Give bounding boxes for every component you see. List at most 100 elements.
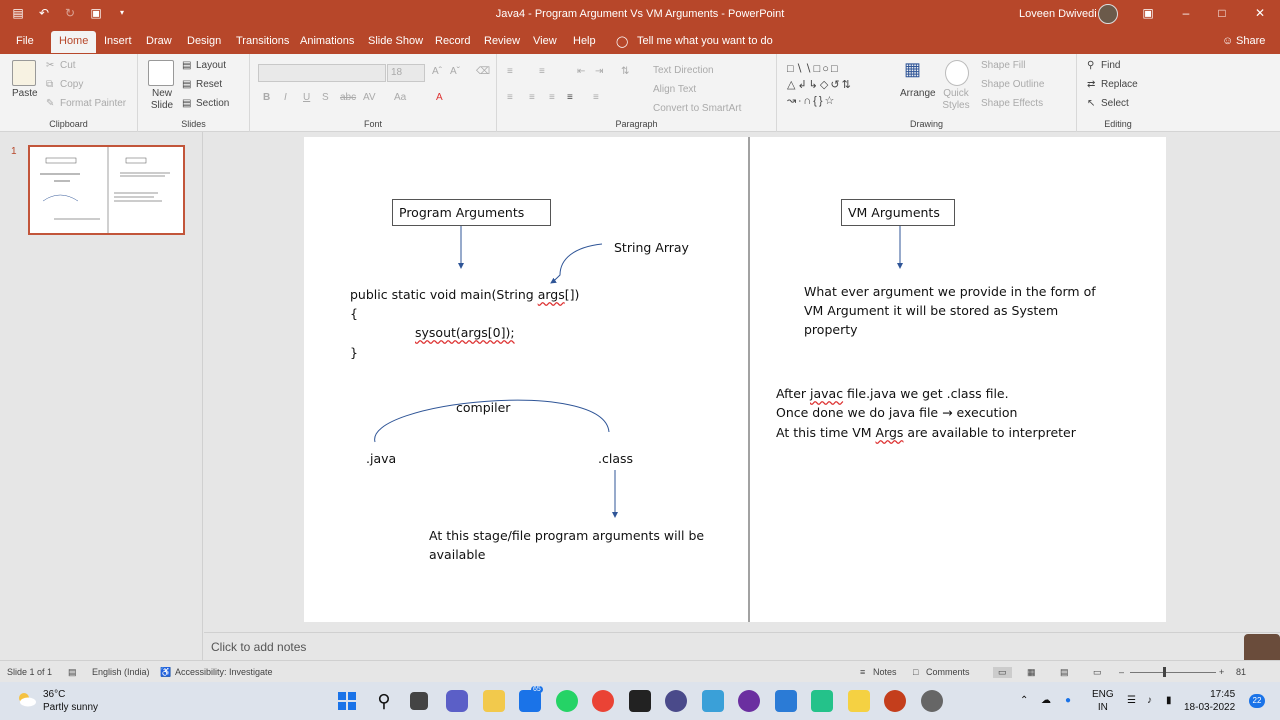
close-brace[interactable]: } [350,343,358,362]
tab-slide-show[interactable]: Slide Show [368,35,423,47]
format-painter-icon[interactable]: ✎ [46,98,54,109]
chrome-icon[interactable] [592,690,614,712]
search-icon[interactable]: ⚲ [373,690,395,712]
language-indicator[interactable]: ENG IN [1092,688,1114,714]
minimize-icon[interactable]: – [1178,6,1194,20]
new-slide-icon[interactable] [148,60,174,86]
comments-toggle[interactable]: Comments [926,667,970,677]
paste-icon[interactable] [12,60,36,86]
slide-canvas[interactable]: Program Arguments String Array public st… [304,137,1166,622]
numbering-icon[interactable]: ≡ [539,66,545,77]
clear-formatting-icon[interactable]: ⌫ [476,66,490,77]
text-direction-button[interactable]: Text Direction [653,65,714,76]
quick-styles-icon[interactable] [945,60,969,86]
user-name[interactable]: Loveen Dwivedi [1019,8,1097,20]
underline-icon[interactable]: U [303,92,310,103]
justify-icon[interactable]: ≡ [567,92,573,103]
select-button[interactable]: Select [1101,98,1129,109]
quick-styles-button[interactable]: Quick Styles [939,88,973,112]
maximize-icon[interactable]: □ [1214,6,1230,20]
share-button[interactable]: Share [1236,35,1265,47]
change-case-icon[interactable]: Aa [394,92,406,103]
cut-button[interactable]: Cut [60,60,76,71]
decrease-font-icon[interactable]: Aˇ [450,66,460,77]
strikethrough-icon[interactable]: abc [340,92,356,103]
tab-home[interactable]: Home [51,31,97,53]
vm-desc-line1[interactable]: What ever argument we provide in the for… [804,282,1096,301]
increase-indent-icon[interactable]: ⇥ [595,66,603,77]
shape-outline-button[interactable]: Shape Outline [981,79,1044,90]
powerpoint-icon[interactable] [884,690,906,712]
tab-view[interactable]: View [533,35,557,47]
layout-button[interactable]: Layout [196,60,226,71]
mail-icon[interactable] [519,690,541,712]
smartart-button[interactable]: Convert to SmartArt [653,103,741,114]
user-avatar[interactable] [1098,4,1118,24]
after-javac-line[interactable]: After javac file.java we get .class file… [776,384,1009,403]
align-right-icon[interactable]: ≡ [549,92,555,103]
string-array-arrow[interactable] [550,243,603,284]
interpreter-line[interactable]: At this time VM Args are available to in… [776,423,1076,442]
sticky-notes-icon[interactable] [848,690,870,712]
reset-button[interactable]: Reset [196,79,222,90]
vscode-icon[interactable] [775,690,797,712]
accessibility-status[interactable]: Accessibility: Investigate [175,667,273,677]
increase-font-icon[interactable]: Aˆ [432,66,442,77]
weather-widget[interactable]: 36°C Partly sunny [43,688,98,714]
shape-effects-button[interactable]: Shape Effects [981,98,1043,109]
wifi-icon[interactable]: ☰ [1127,694,1136,707]
bullets-icon[interactable]: ≡ [507,66,513,77]
settings-icon[interactable] [921,690,943,712]
format-painter-button[interactable]: Format Painter [60,98,126,109]
tab-draw[interactable]: Draw [146,35,172,47]
eclipse-icon[interactable] [665,690,687,712]
font-name-box[interactable] [258,64,386,82]
tab-file[interactable]: File [16,35,34,47]
shadow-icon[interactable]: S [322,92,329,103]
shapes-gallery[interactable]: □∖∖□○□ △↲↳◇↺⇅ ↝∙∩{}☆ [787,61,887,111]
tab-help[interactable]: Help [573,35,596,47]
paste-button[interactable]: Paste [12,88,38,99]
show-hidden-icons[interactable]: ⌃ [1020,694,1028,707]
cut-icon[interactable]: ✂ [46,60,54,71]
start-icon[interactable] [336,690,358,712]
align-text-button[interactable]: Align Text [653,84,696,95]
tab-design[interactable]: Design [187,35,221,47]
pycharm-icon[interactable] [811,690,833,712]
main-signature[interactable]: public static void main(String args[]) [350,285,579,304]
string-array-label[interactable]: String Array [614,238,689,257]
tab-record[interactable]: Record [435,35,470,47]
zoom-out-icon[interactable]: – [1119,667,1124,677]
vm-desc-line3[interactable]: property [804,320,858,339]
close-icon[interactable]: ✕ [1252,6,1268,20]
open-brace[interactable]: { [350,304,358,323]
italic-icon[interactable]: I [284,92,287,103]
java-label[interactable]: .java [366,449,396,468]
task-view-icon[interactable] [410,692,428,710]
find-button[interactable]: Find [1101,60,1120,71]
onedrive-icon[interactable]: ☁ [1041,694,1051,707]
replace-button[interactable]: Replace [1101,79,1138,90]
copy-icon[interactable]: ⧉ [46,79,53,90]
tab-review[interactable]: Review [484,35,520,47]
reading-view-icon[interactable]: ▤ [1060,667,1069,678]
zoom-slider[interactable] [1130,672,1216,673]
font-color-icon[interactable]: A [436,92,443,103]
align-center-icon[interactable]: ≡ [529,92,535,103]
font-size-box[interactable]: 18 [387,64,425,82]
execution-line[interactable]: Once done we do java file → execution [776,403,1017,422]
arrange-icon[interactable]: ▦ [904,59,928,85]
line-spacing-icon[interactable]: ⇅ [621,66,629,77]
class-label[interactable]: .class [598,449,633,468]
terminal-icon[interactable] [629,690,651,712]
tab-animations[interactable]: Animations [300,35,354,47]
visual-studio-icon[interactable] [738,690,760,712]
file-explorer-icon[interactable] [483,690,505,712]
zoom-slider-thumb[interactable] [1163,667,1166,677]
notes-toggle[interactable]: Notes [873,667,897,677]
bold-icon[interactable]: B [263,92,270,103]
box-app-icon[interactable] [702,690,724,712]
vm-arguments-box[interactable]: VM Arguments [841,199,955,226]
decrease-indent-icon[interactable]: ⇤ [577,66,585,77]
stage-note-line1[interactable]: At this stage/file program arguments wil… [429,526,704,545]
